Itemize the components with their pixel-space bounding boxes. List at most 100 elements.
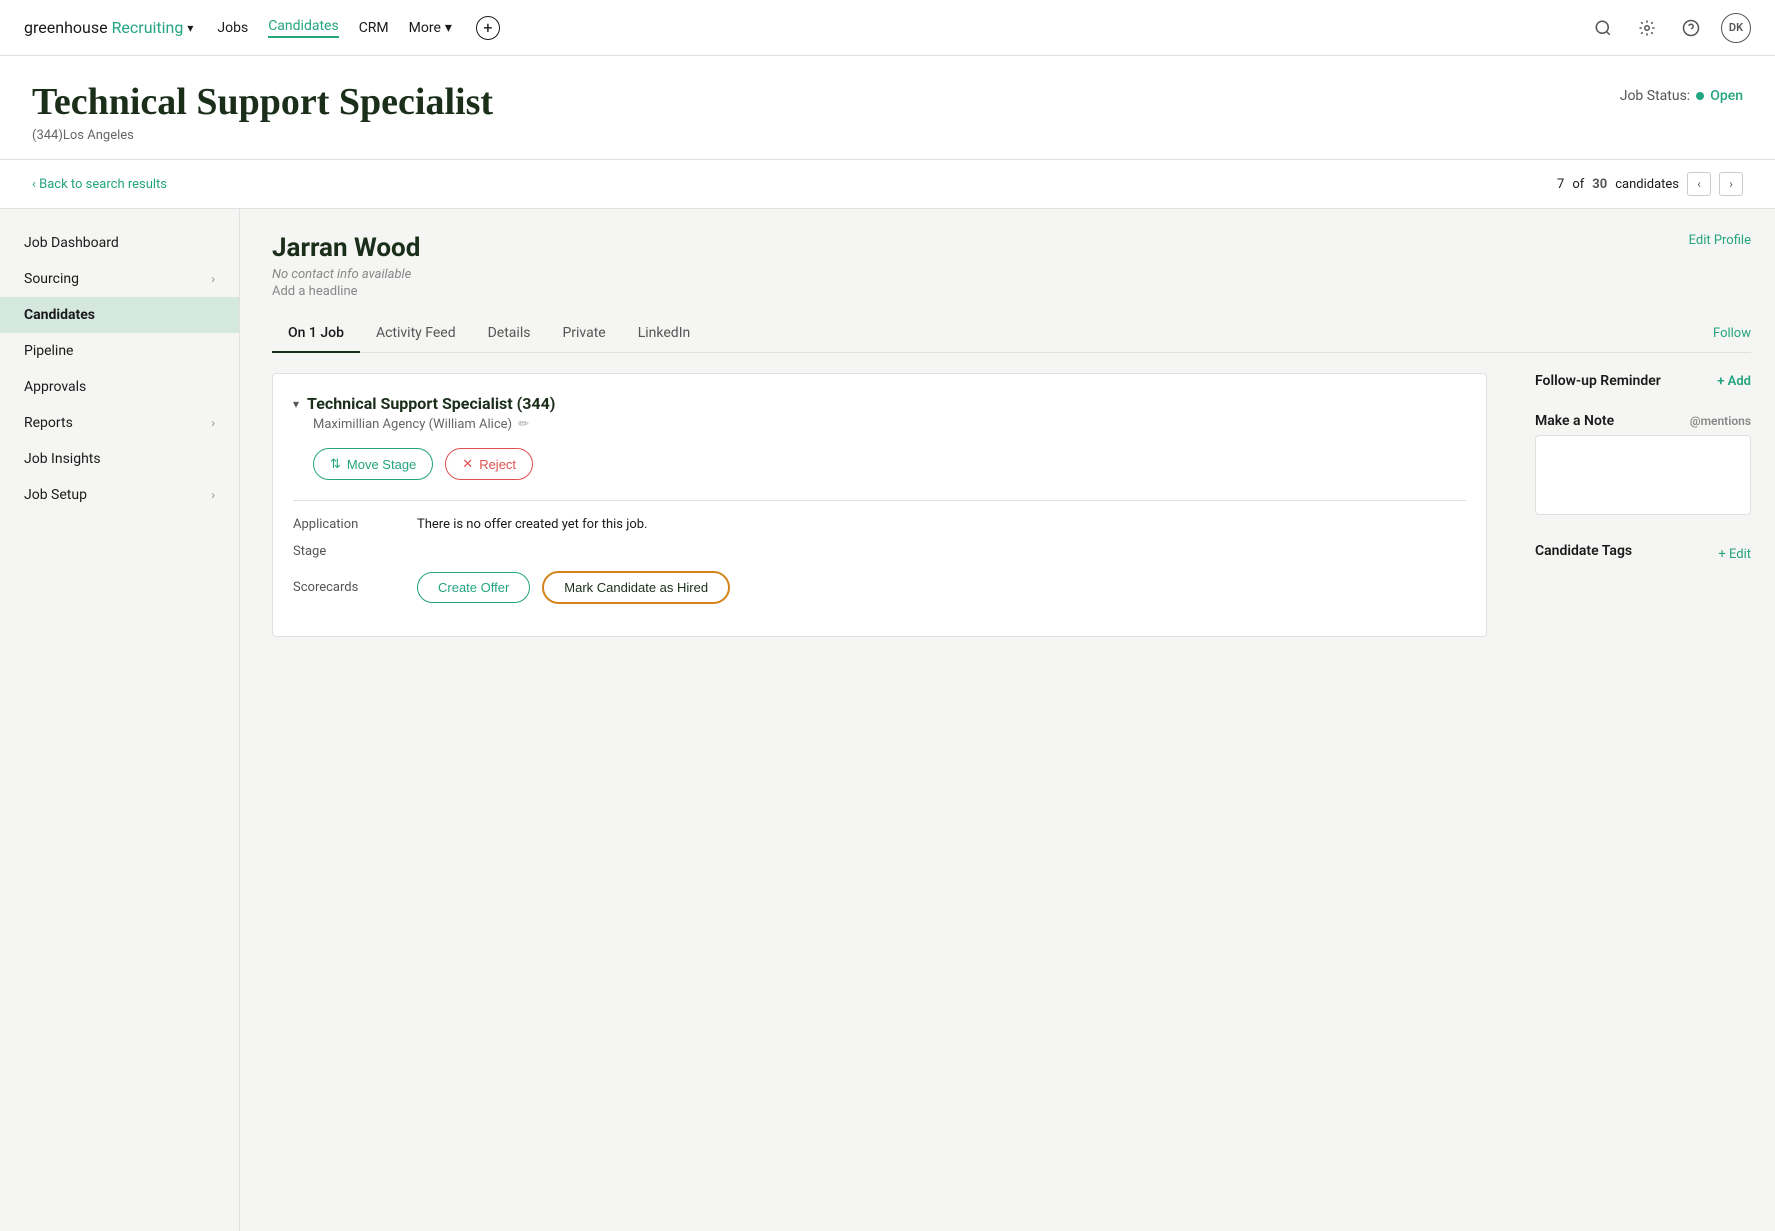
tab-private[interactable]: Private bbox=[546, 315, 621, 353]
application-row: Application There is no offer created ye… bbox=[293, 517, 1466, 532]
action-buttons: ⇅ Move Stage ✕ Reject bbox=[313, 448, 1466, 480]
sidebar-item-label: Job Dashboard bbox=[24, 235, 119, 251]
follow-button[interactable]: Follow bbox=[1713, 318, 1751, 349]
create-offer-button[interactable]: Create Offer bbox=[417, 572, 530, 603]
mentions-label: @mentions bbox=[1690, 414, 1751, 428]
prev-candidate-button[interactable]: ‹ bbox=[1687, 172, 1711, 196]
nav-crm[interactable]: CRM bbox=[359, 20, 389, 36]
sidebar-item-label: Reports bbox=[24, 415, 73, 431]
candidate-navigation: 7 of 30 candidates ‹ › bbox=[1557, 172, 1743, 196]
logo-green-text: Recruiting bbox=[112, 18, 184, 37]
follow-up-title: Follow-up Reminder + Add bbox=[1535, 373, 1751, 389]
job-status: Job Status: Open bbox=[1620, 88, 1743, 104]
nav-more[interactable]: More ▾ bbox=[409, 20, 452, 36]
next-candidate-button[interactable]: › bbox=[1719, 172, 1743, 196]
sidebar-item-pipeline[interactable]: Pipeline bbox=[0, 333, 239, 369]
page-header: Technical Support Specialist (344)Los An… bbox=[0, 56, 1775, 160]
job-card-title: Technical Support Specialist (344) bbox=[307, 394, 555, 413]
profile-header: Jarran Wood Edit Profile bbox=[272, 233, 1751, 263]
sidebar-item-job-insights[interactable]: Job Insights bbox=[0, 441, 239, 477]
move-stage-icon: ⇅ bbox=[330, 456, 341, 472]
content-left: ▾ Technical Support Specialist (344) Max… bbox=[272, 373, 1487, 653]
job-status-label: Job Status: bbox=[1620, 88, 1690, 104]
logo[interactable]: greenhouse Recruiting ▾ bbox=[24, 18, 193, 37]
chevron-right-icon: › bbox=[211, 416, 215, 430]
back-to-search-link[interactable]: ‹ Back to search results bbox=[32, 177, 167, 192]
status-dot-icon bbox=[1696, 92, 1704, 100]
job-card-header: ▾ Technical Support Specialist (344) bbox=[293, 394, 1466, 413]
main-content: Jarran Wood Edit Profile No contact info… bbox=[240, 209, 1775, 1231]
stage-label: Stage bbox=[293, 544, 393, 559]
tab-on-job[interactable]: On 1 Job bbox=[272, 315, 360, 353]
right-panel: Follow-up Reminder + Add Make a Note @me… bbox=[1511, 373, 1751, 653]
page-title: Technical Support Specialist bbox=[32, 80, 493, 124]
sidebar-item-label: Job Setup bbox=[24, 487, 87, 503]
sidebar-item-job-dashboard[interactable]: Job Dashboard bbox=[0, 225, 239, 261]
sidebar-item-job-setup[interactable]: Job Setup › bbox=[0, 477, 239, 513]
sidebar-item-label: Sourcing bbox=[24, 271, 79, 287]
move-stage-button[interactable]: ⇅ Move Stage bbox=[313, 448, 433, 480]
agency-name: Maximillian Agency (William Alice) bbox=[313, 417, 512, 432]
sidebar-item-candidates[interactable]: Candidates bbox=[0, 297, 239, 333]
help-icon[interactable] bbox=[1677, 14, 1705, 42]
sidebar-item-label: Pipeline bbox=[24, 343, 74, 359]
nav-candidates[interactable]: Candidates bbox=[268, 18, 339, 38]
candidate-tabs: On 1 Job Activity Feed Details Private L… bbox=[272, 315, 1751, 353]
scorecards-row: Scorecards Create Offer Mark Candidate a… bbox=[293, 571, 1466, 604]
candidate-name: Jarran Wood bbox=[272, 233, 420, 263]
headline-placeholder[interactable]: Add a headline bbox=[272, 284, 1751, 299]
status-badge: Open bbox=[1710, 88, 1743, 104]
sidebar-item-label: Approvals bbox=[24, 379, 86, 395]
nav-left: greenhouse Recruiting ▾ Jobs Candidates … bbox=[24, 16, 500, 40]
application-details: Application There is no offer created ye… bbox=[293, 517, 1466, 604]
search-icon[interactable] bbox=[1589, 14, 1617, 42]
tab-details[interactable]: Details bbox=[472, 315, 547, 353]
sidebar: Job Dashboard Sourcing › Candidates Pipe… bbox=[0, 209, 240, 1231]
tabs-list: On 1 Job Activity Feed Details Private L… bbox=[272, 315, 706, 352]
nav-jobs[interactable]: Jobs bbox=[217, 20, 248, 36]
job-card: ▾ Technical Support Specialist (344) Max… bbox=[272, 373, 1487, 637]
make-note-title: Make a Note @mentions bbox=[1535, 413, 1751, 429]
contact-info: No contact info available bbox=[272, 267, 1751, 282]
header-row: Technical Support Specialist (344)Los An… bbox=[32, 80, 1743, 143]
tab-linkedin[interactable]: LinkedIn bbox=[622, 315, 707, 353]
settings-icon[interactable] bbox=[1633, 14, 1661, 42]
no-offer-text: There is no offer created yet for this j… bbox=[417, 517, 647, 532]
main-layout: Job Dashboard Sourcing › Candidates Pipe… bbox=[0, 209, 1775, 1231]
logo-text: greenhouse bbox=[24, 18, 108, 37]
candidate-tags-row: Candidate Tags + Edit bbox=[1535, 543, 1751, 565]
nav-links: Jobs Candidates CRM More ▾ bbox=[217, 18, 452, 38]
sidebar-item-approvals[interactable]: Approvals bbox=[0, 369, 239, 405]
collapse-icon[interactable]: ▾ bbox=[293, 397, 299, 411]
make-note-section: Make a Note @mentions bbox=[1535, 413, 1751, 519]
move-stage-label: Move Stage bbox=[347, 457, 416, 472]
avatar[interactable]: DK bbox=[1721, 13, 1751, 43]
note-textarea[interactable] bbox=[1535, 435, 1751, 515]
mark-candidate-hired-button[interactable]: Mark Candidate as Hired bbox=[542, 571, 730, 604]
follow-up-section: Follow-up Reminder + Add bbox=[1535, 373, 1751, 389]
content-main: ▾ Technical Support Specialist (344) Max… bbox=[272, 373, 1751, 653]
more-chevron-icon: ▾ bbox=[445, 20, 452, 36]
sidebar-item-reports[interactable]: Reports › bbox=[0, 405, 239, 441]
reject-button[interactable]: ✕ Reject bbox=[445, 448, 533, 480]
reject-label: Reject bbox=[479, 457, 516, 472]
sidebar-item-sourcing[interactable]: Sourcing › bbox=[0, 261, 239, 297]
edit-agency-icon[interactable]: ✏ bbox=[518, 417, 529, 432]
reject-icon: ✕ bbox=[462, 456, 473, 472]
candidate-position: 7 bbox=[1557, 177, 1564, 192]
tab-activity-feed[interactable]: Activity Feed bbox=[360, 315, 472, 353]
of-label: of bbox=[1572, 177, 1584, 192]
logo-chevron-icon[interactable]: ▾ bbox=[187, 21, 193, 35]
edit-profile-link[interactable]: Edit Profile bbox=[1689, 233, 1751, 248]
add-follow-up-button[interactable]: + Add bbox=[1717, 374, 1751, 389]
candidate-name-block: Jarran Wood bbox=[272, 233, 420, 263]
top-navigation: greenhouse Recruiting ▾ Jobs Candidates … bbox=[0, 0, 1775, 56]
chevron-right-icon: › bbox=[211, 272, 215, 286]
job-card-agency: Maximillian Agency (William Alice) ✏ bbox=[313, 417, 1466, 432]
breadcrumb-row: ‹ Back to search results 7 of 30 candida… bbox=[0, 160, 1775, 209]
chevron-right-icon: › bbox=[211, 488, 215, 502]
job-info: Technical Support Specialist (344)Los An… bbox=[32, 80, 493, 143]
divider bbox=[293, 500, 1466, 501]
add-button[interactable]: + bbox=[476, 16, 500, 40]
edit-tags-button[interactable]: + Edit bbox=[1718, 547, 1751, 562]
